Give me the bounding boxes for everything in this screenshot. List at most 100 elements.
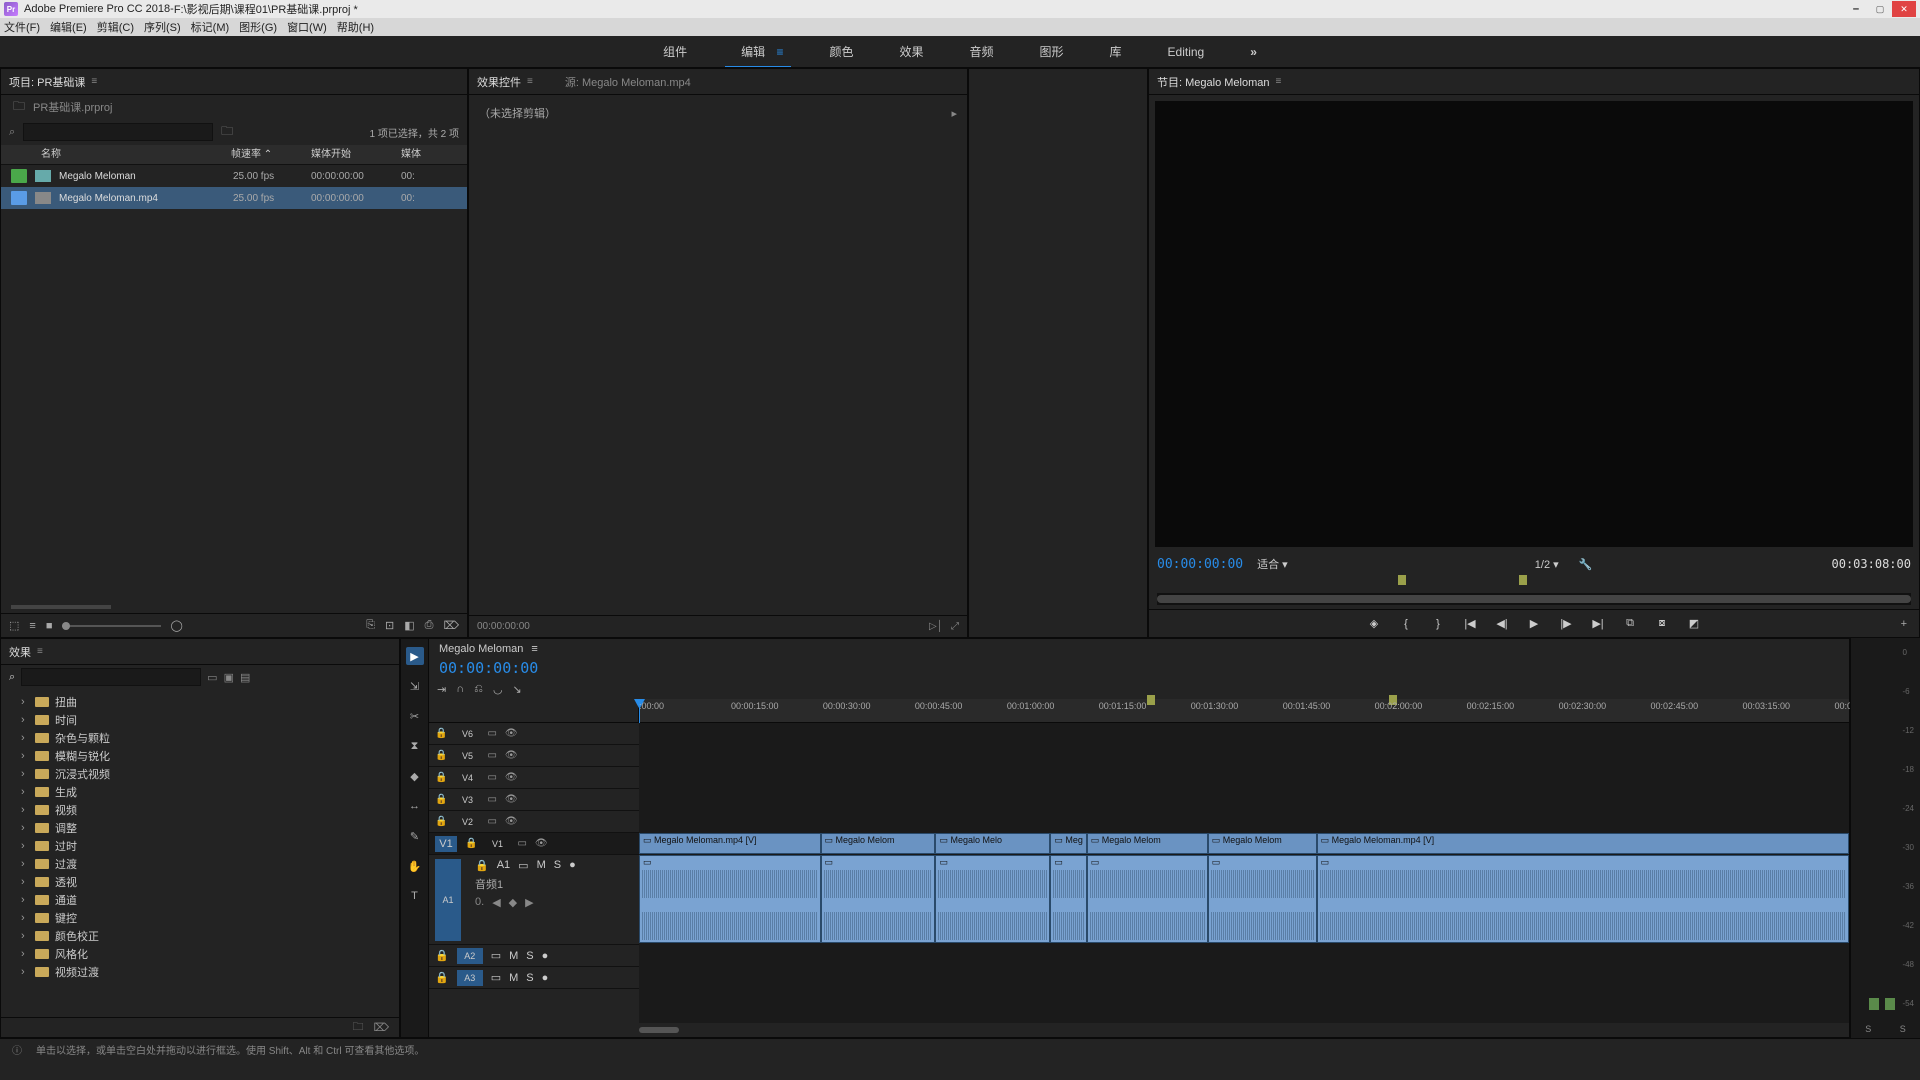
razor-tool[interactable]: ⧗: [406, 737, 424, 755]
hand-tool[interactable]: ✎: [406, 827, 424, 845]
marker-icon[interactable]: ⎌: [474, 683, 483, 696]
panel-menu-icon[interactable]: ≡: [91, 76, 97, 87]
effects-folder[interactable]: ›扭曲: [1, 693, 399, 711]
video-track-header[interactable]: 🔒V5▭👁: [429, 745, 639, 767]
effect-tc[interactable]: 00:00:00:00: [477, 621, 530, 632]
preset-icon[interactable]: ▤: [240, 671, 250, 684]
timeline-content[interactable]: ▭ Megalo Meloman.mp4 [V]▭ Megalo Melom▭ …: [639, 723, 1849, 1023]
workspace-overflow-icon[interactable]: »: [1242, 39, 1265, 65]
workspace-tab[interactable]: 效果: [891, 37, 931, 66]
menu-file[interactable]: 文件(F): [4, 19, 40, 35]
video-track-header[interactable]: 🔒V6▭👁: [429, 723, 639, 745]
lift-button[interactable]: ⧉: [1621, 617, 1639, 630]
selection-tool[interactable]: ▶: [406, 647, 424, 665]
video-clip[interactable]: ▭ Megalo Meloman.mp4 [V]: [639, 833, 821, 854]
preset-icon[interactable]: ▭: [207, 671, 217, 684]
toggle-icon[interactable]: ▷│: [929, 621, 943, 632]
menu-sequence[interactable]: 序列(S): [144, 19, 181, 35]
workspace-tab[interactable]: 音频: [961, 37, 1001, 66]
effects-folder[interactable]: ›透视: [1, 873, 399, 891]
new-bin-icon[interactable]: ◧: [404, 619, 414, 632]
timeline-timecode[interactable]: 00:00:00:00: [439, 659, 538, 677]
audio-clip[interactable]: ▭: [821, 855, 936, 943]
program-timecode[interactable]: 00:00:00:00: [1157, 557, 1243, 572]
snap-icon[interactable]: ⇥: [437, 683, 446, 696]
marker-icon[interactable]: [1519, 575, 1527, 585]
export-frame-button[interactable]: ◩: [1685, 617, 1703, 630]
workspace-tab[interactable]: Editing: [1160, 39, 1213, 65]
new-bin-icon[interactable]: 🗀: [352, 1018, 363, 1037]
effects-folder[interactable]: ›时间: [1, 711, 399, 729]
video-clip[interactable]: ▭ Megalo Melo: [935, 833, 1050, 854]
panel-menu-icon[interactable]: ≡: [527, 76, 533, 87]
source-tab[interactable]: 源: Megalo Meloman.mp4: [565, 74, 691, 90]
wrench-icon[interactable]: ↘: [513, 683, 522, 696]
effects-folder[interactable]: ›风格化: [1, 945, 399, 963]
collapse-icon[interactable]: ▸: [951, 107, 957, 120]
effect-controls-tab[interactable]: 效果控件: [477, 74, 521, 90]
project-item-row[interactable]: Megalo Meloman 25.00 fps 00:00:00:00 00:: [1, 165, 467, 187]
effects-folder[interactable]: ›视频: [1, 801, 399, 819]
extract-button[interactable]: ⧇: [1653, 617, 1671, 630]
settings-icon[interactable]: ◡: [493, 683, 503, 696]
timeline-marker-icon[interactable]: [1147, 695, 1155, 705]
panel-menu-icon[interactable]: ≡: [37, 646, 43, 657]
step-back-button[interactable]: ◀|: [1493, 617, 1511, 630]
list-view-icon[interactable]: ⬚: [9, 619, 19, 632]
solo-button[interactable]: S: [1900, 1024, 1906, 1034]
add-marker-button[interactable]: ◈: [1365, 617, 1383, 630]
program-scrubber[interactable]: [1157, 593, 1911, 605]
audio-clip[interactable]: ▭: [1050, 855, 1086, 943]
new-item-icon[interactable]: ⎙: [425, 619, 434, 632]
effects-folder[interactable]: ›过时: [1, 837, 399, 855]
audio-track-header[interactable]: 🔒A2▭MS●: [429, 945, 639, 967]
video-clip[interactable]: ▭ Megalo Melom: [1087, 833, 1208, 854]
menu-graphics[interactable]: 图形(G): [239, 19, 277, 35]
timeline-sequence-tab[interactable]: Megalo Meloman: [439, 643, 523, 655]
project-search-input[interactable]: [23, 123, 213, 141]
toggle-icon[interactable]: ⤢: [951, 621, 959, 632]
effects-folder[interactable]: ›颜色校正: [1, 927, 399, 945]
solo-button[interactable]: S: [1865, 1024, 1871, 1034]
effects-folder[interactable]: ›过渡: [1, 855, 399, 873]
project-scrollbar[interactable]: [11, 605, 111, 609]
video-clip[interactable]: ▭ Meg: [1050, 833, 1086, 854]
zoom-slider[interactable]: [62, 625, 160, 627]
minimize-button[interactable]: ━: [1844, 1, 1868, 17]
program-tab[interactable]: 节目: Megalo Meloman: [1157, 74, 1270, 90]
preset-icon[interactable]: ▣: [224, 671, 234, 684]
effects-tab[interactable]: 效果: [9, 644, 31, 660]
icon-view-icon[interactable]: ≡: [29, 620, 35, 632]
panel-menu-icon[interactable]: ≡: [1276, 76, 1282, 87]
marker-icon[interactable]: [1398, 575, 1406, 585]
zoom-tool[interactable]: ✋: [406, 857, 424, 875]
audio-clip[interactable]: ▭: [1208, 855, 1317, 943]
effects-folder[interactable]: ›杂色与颗粒: [1, 729, 399, 747]
button-editor-icon[interactable]: +: [1901, 618, 1907, 630]
delete-icon[interactable]: ⌦: [373, 1021, 389, 1034]
audio-clip[interactable]: ▭: [1087, 855, 1208, 943]
effects-folder[interactable]: ›通道: [1, 891, 399, 909]
video-clip[interactable]: ▭ Megalo Melom: [821, 833, 936, 854]
track-select-tool[interactable]: ⇲: [406, 677, 424, 695]
video-track-header[interactable]: 🔒V3▭👁: [429, 789, 639, 811]
menu-help[interactable]: 帮助(H): [337, 19, 374, 35]
pen-tool[interactable]: ↔: [406, 797, 424, 815]
zoom-fit-dropdown[interactable]: 适合 ▾: [1257, 556, 1288, 572]
audio-clip[interactable]: ▭: [935, 855, 1050, 943]
video-track-header[interactable]: 🔒V2▭👁: [429, 811, 639, 833]
resolution-dropdown[interactable]: 1/2 ▾: [1535, 558, 1559, 571]
linked-selection-icon[interactable]: ∩: [456, 683, 464, 695]
mark-in-button[interactable]: {: [1397, 618, 1415, 630]
audio-track-header[interactable]: 🔒A3▭MS●: [429, 967, 639, 989]
menu-clip[interactable]: 剪辑(C): [97, 19, 134, 35]
automate-icon[interactable]: ⎘: [366, 619, 375, 632]
effects-folder[interactable]: ›视频过渡: [1, 963, 399, 981]
video-clip[interactable]: ▭ Megalo Melom: [1208, 833, 1317, 854]
project-item-row-selected[interactable]: Megalo Meloman.mp4 25.00 fps 00:00:00:00…: [1, 187, 467, 209]
play-button[interactable]: ▶: [1525, 617, 1543, 630]
program-video-display[interactable]: [1155, 101, 1913, 547]
effects-search-input[interactable]: [21, 668, 201, 686]
workspace-tab[interactable]: 图形: [1032, 37, 1072, 66]
effects-folder[interactable]: ›调整: [1, 819, 399, 837]
